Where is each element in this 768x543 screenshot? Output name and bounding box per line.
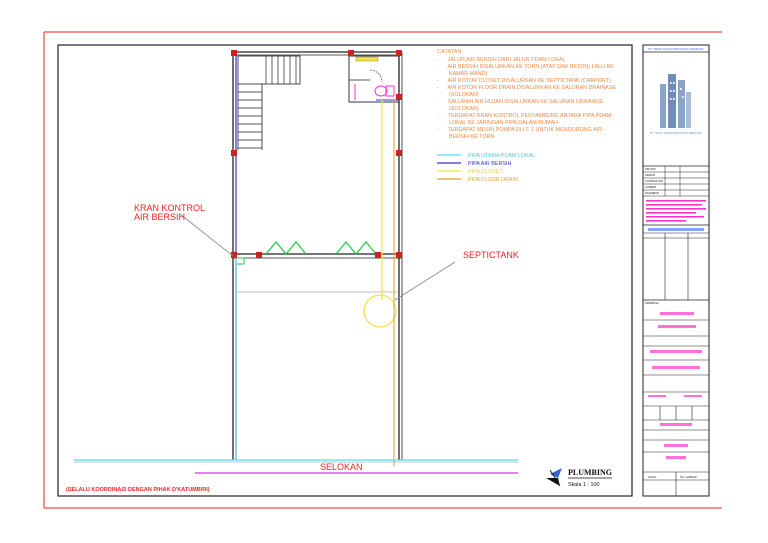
note-line: - TERDAPAT KRAN KONTROL PENYAMBUNG ANTAR… (437, 113, 612, 119)
notes-heading: CATATAN (437, 49, 461, 55)
note-line: - AIR KOTOR CLOSET DISALURKAN KE SEPTICT… (437, 78, 611, 84)
tb-cell: NO. GAMBAR (680, 475, 697, 479)
notes-block: CATATAN - JALUR AIR BERSIH DARI JALUR PD… (437, 49, 616, 140)
kran-leader (179, 213, 234, 257)
note-line: - AIR BERSIH DISALURKAN KE TORN (ATAP DA… (437, 64, 614, 70)
legend-label: PIPA UTAMA PDAM LOKAL (468, 153, 535, 159)
note-line: - SALURAN AIR HUJAN DISALURKAN KE SALURA… (437, 99, 604, 105)
logo-caption: PT. TRIAS DUAKONSTRUKSI PERKASA (650, 131, 702, 135)
drawing-title: PLUMBING (568, 468, 612, 477)
tb-cell: DIGAMBAR (645, 191, 659, 195)
note-line: BERSIH KE TORN (437, 134, 494, 140)
drawing-title-mark: PLUMBING Skala 1 : 100 (546, 468, 612, 488)
note-line: (SOLOKAN) (437, 106, 479, 112)
selokan-label: SELOKAN (320, 462, 363, 472)
note-line: (SOLOKAN) (437, 92, 479, 98)
tb-cell: DIPERIKSA (645, 301, 659, 305)
company-logo: PT. TRIAS DUAKONSTRUKSI PERKASA (650, 74, 702, 135)
septic-leader (394, 261, 456, 301)
legend-label: PIPA CLOSET (468, 169, 503, 175)
kran-label-2: AIR BERSIH (134, 212, 185, 222)
tb-cell: PROYEK (645, 167, 656, 171)
legend-label: PIPA AIR BERSIH (468, 161, 511, 167)
note-line: - TERDAPAT MESIN POMPA DI LT. 1 UNTUK ME… (437, 127, 602, 133)
tb-cell: GAMBAR (645, 185, 656, 189)
title-block-company: PT. TRIAS DUAKONSTRUKSI PERKASA (648, 47, 704, 51)
septic-tank-symbol (363, 294, 397, 328)
footer-note: (SELALU KOORDINASI DENGAN PIHAK D'KATUMB… (66, 487, 210, 493)
title-block: PT. TRIAS DUAKONSTRUKSI PERKASA PT. TRIA… (642, 44, 710, 497)
drawing-scale: Skala 1 : 100 (568, 482, 599, 488)
plumbing-drawing: KRAN KONTROL AIR BERSIH SEPTICTANK SELOK… (43, 31, 722, 509)
tb-cell: SKALA (648, 475, 657, 479)
legend-label: PIPA FLOOR DRAIN (468, 177, 518, 183)
note-line: - JALUR AIR BERSIH DARI JALUR PDAM LOKAL (437, 57, 566, 63)
note-line: - AIR KOTOR FLOOR DRAIN DISALURKAN KE SA… (437, 85, 616, 91)
note-line: LOKAL KE JARINGAN PIPA DALAM RUMAH (437, 120, 558, 126)
tb-cell: KONTRAKTOR (645, 179, 663, 183)
pipe-legend: PIPA UTAMA PDAM LOKAL PIPA AIR BERSIH PI… (437, 153, 535, 183)
note-line: KAMAR MANDI (437, 71, 487, 77)
septic-label: SEPTICTANK (463, 250, 519, 260)
tb-cell: PEMILIK (645, 173, 656, 177)
